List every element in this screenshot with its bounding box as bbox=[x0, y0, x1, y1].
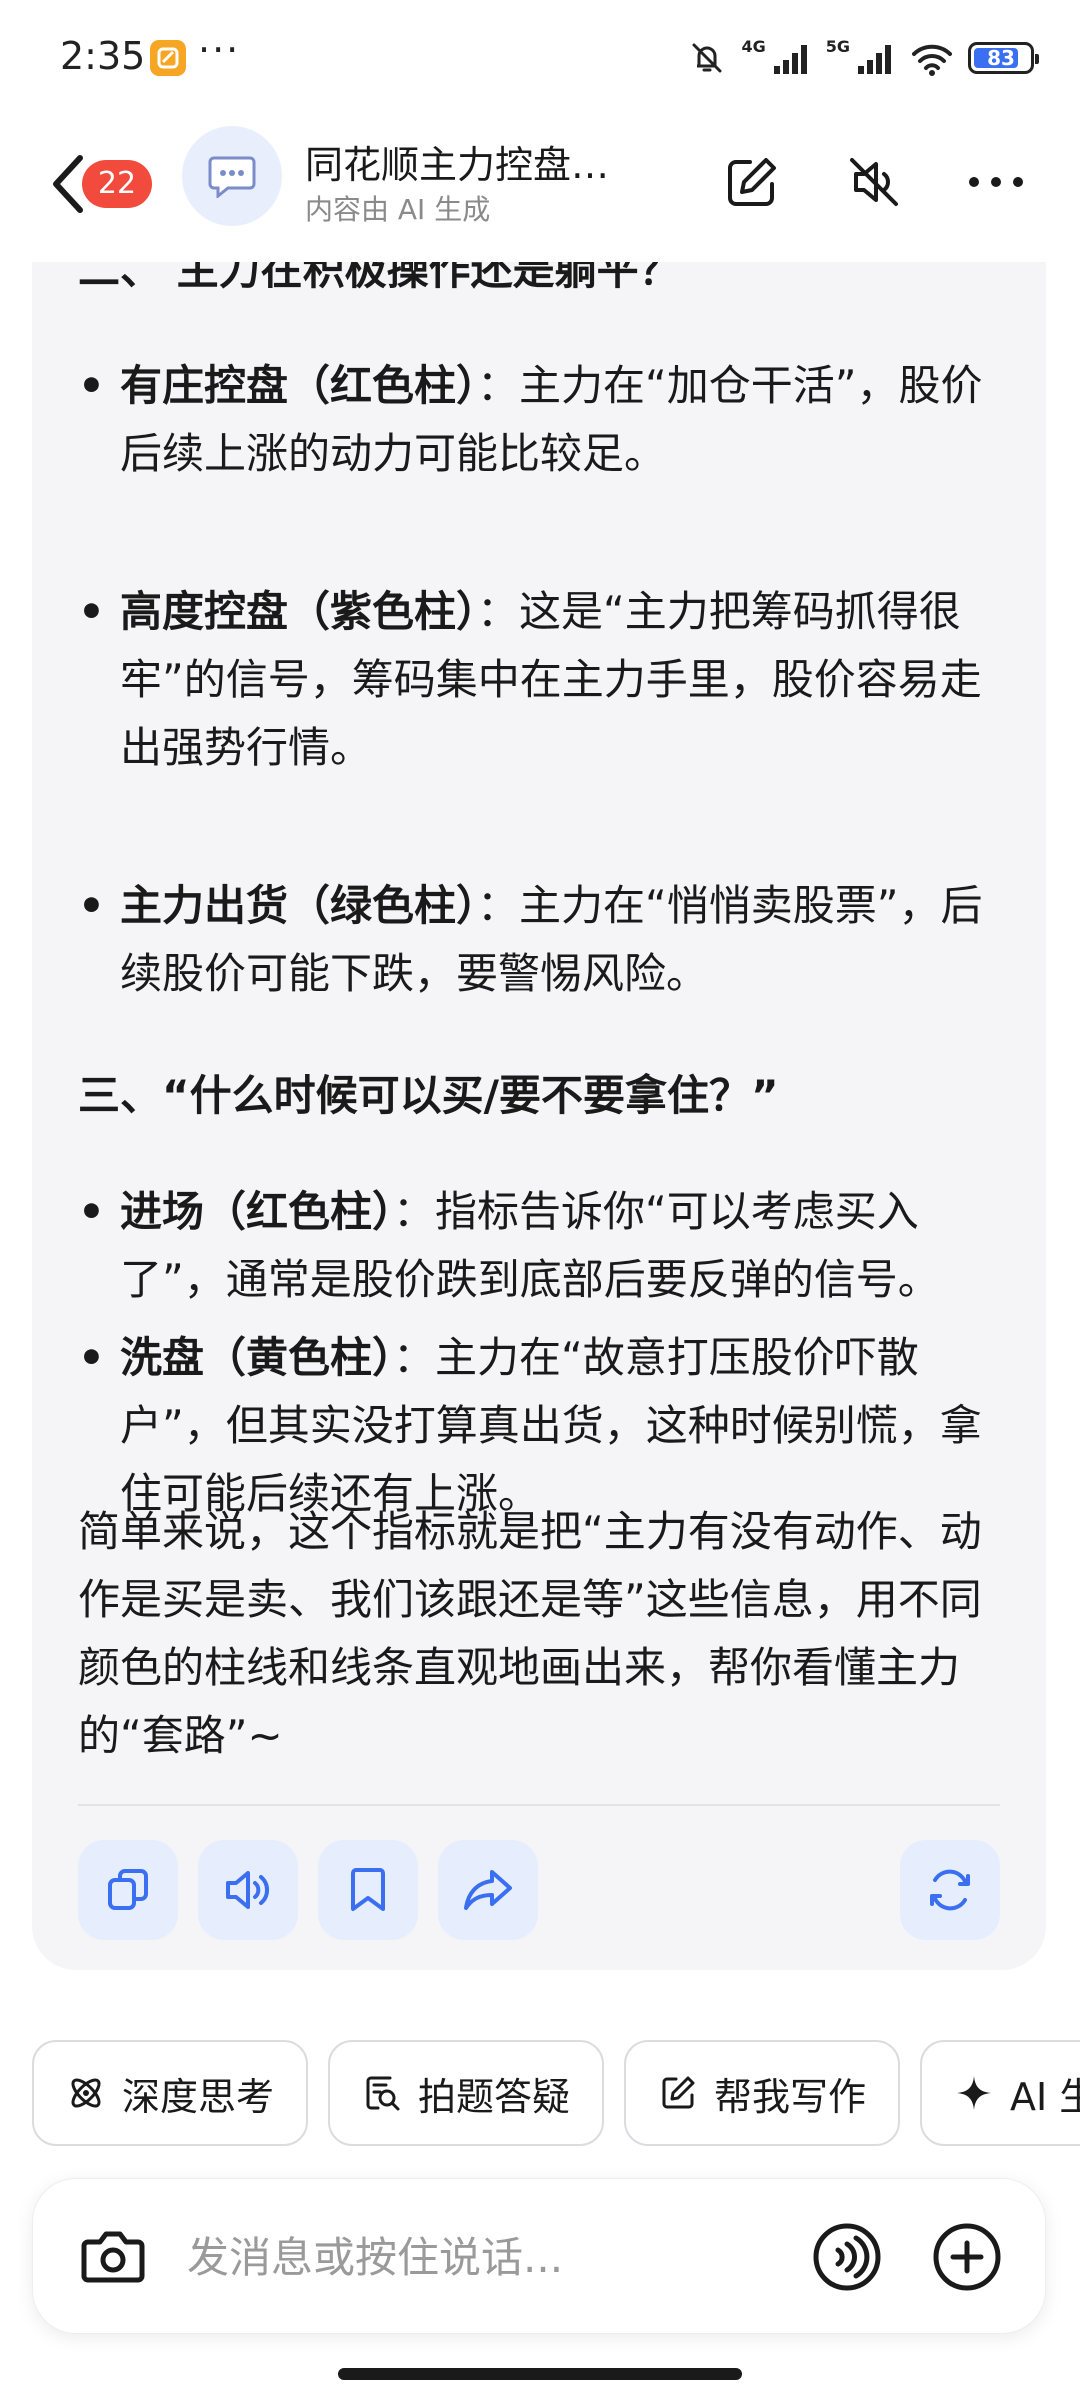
status-bar: 2:35 ··· 4G 5G 83 bbox=[0, 0, 1080, 112]
list-item: • 进场（红色柱）：指标告诉你“可以考虑买入了”，通常是股价跌到底部后要反弹的信… bbox=[78, 1178, 1018, 1314]
chat-title[interactable]: 同花顺主力控盘… bbox=[305, 134, 609, 189]
signal-label-2: 5G bbox=[825, 36, 850, 56]
edit-icon bbox=[662, 2076, 695, 2109]
camera-button[interactable] bbox=[73, 2217, 153, 2297]
home-indicator[interactable] bbox=[338, 2368, 742, 2380]
list-item-term: 洗盘（黄色柱） bbox=[120, 1333, 394, 1382]
photo-search-icon bbox=[366, 2076, 400, 2111]
signal-label-1: 4G bbox=[741, 36, 766, 56]
divider bbox=[78, 1804, 1000, 1806]
speaker-off-icon bbox=[850, 158, 898, 206]
more-button[interactable] bbox=[956, 142, 1036, 222]
voice-call-button[interactable] bbox=[807, 2217, 887, 2297]
share-button[interactable] bbox=[438, 1840, 538, 1940]
message-input-bar bbox=[32, 2178, 1046, 2334]
chip-help-write[interactable]: 帮我写作 bbox=[624, 2040, 900, 2146]
voice-wave-icon bbox=[813, 2223, 881, 2291]
battery-icon: 83 bbox=[968, 42, 1039, 74]
chip-label: 帮我写作 bbox=[714, 2074, 867, 2119]
unread-badge: 22 bbox=[82, 160, 152, 208]
chat-header: 22 同花顺主力控盘… 内容由 AI 生成 bbox=[0, 112, 1080, 262]
sparkle-icon bbox=[957, 2076, 991, 2110]
chat-subtitle: 内容由 AI 生成 bbox=[305, 193, 491, 226]
app-notification-icon bbox=[150, 40, 186, 76]
summary-paragraph: 简单来说，这个指标就是把“主力有没有动作、动作是买是卖、我们该跟还是等”这些信息… bbox=[78, 1507, 982, 1760]
bot-avatar[interactable] bbox=[182, 126, 282, 226]
chip-ai-create[interactable]: AI 生 bbox=[920, 2040, 1080, 2146]
ai-message-card: 二、 主力在积极操作还是躺平？ • 有庄控盘（红色柱）：主力在“加仓干活”，股价… bbox=[32, 262, 1046, 1970]
message-input[interactable] bbox=[187, 2223, 787, 2291]
regenerate-button[interactable] bbox=[900, 1840, 1000, 1940]
speaker-icon bbox=[226, 1871, 269, 1909]
list-item: • 高度控盘（紫色柱）：这是“主力把筹码抓得很牢”的信号，筹码集中在主力手里，股… bbox=[78, 578, 1018, 782]
quick-action-chips: 深度思考 拍题答疑 帮我写作 AI 生 bbox=[32, 2040, 1080, 2148]
list-item: • 有庄控盘（红色柱）：主力在“加仓干活”，股价后续上涨的动力可能比较足。 bbox=[78, 352, 1018, 488]
add-attachment-button[interactable] bbox=[927, 2217, 1007, 2297]
section-heading-2: 二、 主力在积极操作还是躺平？ bbox=[78, 262, 681, 294]
edit-button[interactable] bbox=[712, 142, 792, 222]
section-heading-3: 三、“什么时候可以买/要不要拿住？” bbox=[78, 1071, 779, 1120]
chip-label: AI 生 bbox=[1010, 2074, 1080, 2119]
plus-circle-icon bbox=[933, 2223, 1001, 2291]
edit-icon bbox=[728, 158, 776, 206]
list-item-term: 有庄控盘（红色柱） bbox=[120, 361, 478, 410]
list-item-term: 进场（红色柱） bbox=[120, 1187, 394, 1236]
list-item-term: 高度控盘（紫色柱） bbox=[120, 587, 478, 636]
bookmark-icon bbox=[351, 1868, 385, 1911]
mute-button[interactable] bbox=[834, 142, 914, 222]
chip-label: 拍题答疑 bbox=[418, 2074, 571, 2119]
status-indicators: 4G 5G 83 bbox=[687, 36, 1039, 80]
chip-label: 深度思考 bbox=[122, 2074, 275, 2119]
status-more-icon: ··· bbox=[198, 28, 241, 72]
copy-icon bbox=[108, 1869, 148, 1910]
battery-level: 83 bbox=[987, 46, 1015, 70]
bullet-dot: • bbox=[78, 1333, 105, 1382]
signal-bars-icon bbox=[858, 45, 891, 74]
bullet-dot: • bbox=[78, 587, 105, 636]
chat-bubble-icon bbox=[208, 156, 256, 198]
status-time: 2:35 bbox=[60, 34, 146, 78]
bullet-dot: • bbox=[78, 881, 105, 930]
chip-photo-question[interactable]: 拍题答疑 bbox=[328, 2040, 604, 2146]
bullet-dot: • bbox=[78, 1187, 105, 1236]
share-icon bbox=[464, 1870, 512, 1910]
back-button[interactable]: 22 bbox=[40, 144, 160, 224]
more-icon bbox=[969, 177, 1023, 187]
refresh-icon bbox=[930, 1869, 970, 1911]
copy-button[interactable] bbox=[78, 1840, 178, 1940]
camera-icon bbox=[81, 2231, 145, 2283]
list-item: • 主力出货（绿色柱）：主力在“悄悄卖股票”，后续股价可能下跌，要警惕风险。 bbox=[78, 872, 1018, 1008]
read-aloud-button[interactable] bbox=[198, 1840, 298, 1940]
bookmark-button[interactable] bbox=[318, 1840, 418, 1940]
bullet-dot: • bbox=[78, 361, 105, 410]
atom-icon bbox=[71, 2078, 101, 2108]
mute-bell-icon bbox=[692, 43, 722, 73]
chip-deep-think[interactable]: 深度思考 bbox=[32, 2040, 308, 2146]
list-item-term: 主力出货（绿色柱） bbox=[120, 881, 478, 930]
wifi-icon bbox=[912, 44, 952, 76]
signal-bars-icon bbox=[773, 45, 807, 74]
